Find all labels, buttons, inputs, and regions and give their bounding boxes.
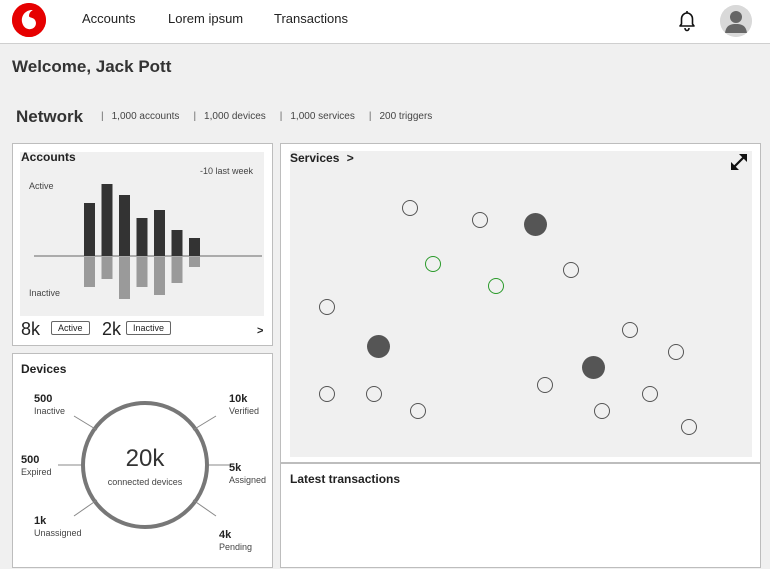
- top-navigation-bar: Accounts Lorem ipsum Transactions: [0, 0, 770, 44]
- inactive-bar: [136, 257, 148, 287]
- vodafone-logo-icon[interactable]: [12, 3, 46, 37]
- stat-value: 500: [34, 393, 53, 405]
- inactive-bar: [119, 257, 130, 299]
- active-count: 8k: [21, 319, 41, 339]
- service-node[interactable]: [537, 377, 553, 393]
- transactions-title: Latest transactions: [290, 472, 401, 486]
- service-node-active[interactable]: [582, 356, 605, 379]
- stat-label: Verified: [229, 406, 260, 416]
- nav-item-transactions[interactable]: Transactions: [274, 11, 348, 26]
- service-node[interactable]: [402, 200, 418, 216]
- connector-inactive: [73, 415, 98, 431]
- devices-panel: Devices 20k connected devices 500 Inacti…: [12, 353, 273, 568]
- inactive-bar: [154, 257, 165, 295]
- devices-total: 20k: [125, 445, 165, 472]
- inactive-badge[interactable]: Inactive: [126, 321, 172, 335]
- welcome-heading: Welcome, Jack Pott: [12, 57, 172, 76]
- service-node[interactable]: [472, 212, 488, 228]
- inactive-bar: [189, 257, 200, 267]
- inactive-count: 2k: [102, 319, 122, 339]
- stat-label: Assigned: [229, 475, 267, 485]
- service-node[interactable]: [319, 386, 335, 402]
- service-node[interactable]: [319, 299, 335, 315]
- service-node-connected[interactable]: [425, 256, 441, 272]
- stat-value: 500: [21, 454, 40, 466]
- network-title: Network: [16, 107, 84, 126]
- service-node[interactable]: [668, 344, 684, 360]
- expand-icon[interactable]: [728, 151, 750, 173]
- active-bar: [171, 230, 183, 256]
- stat-value: 10k: [229, 393, 248, 405]
- stat-label: Pending: [219, 542, 253, 552]
- devices-total-label: connected devices: [107, 477, 183, 487]
- service-node-active[interactable]: [524, 213, 547, 236]
- stat-label: Inactive: [34, 406, 66, 416]
- devices-stat-expired: 500 Expired: [21, 454, 52, 478]
- stat-services: 1,000 services: [280, 111, 354, 122]
- stat-label: Expired: [21, 467, 52, 477]
- stat-value: 1k: [34, 515, 47, 527]
- stat-value: 4k: [219, 529, 232, 541]
- connector-pending: [192, 499, 217, 517]
- connector-unassigned: [73, 499, 98, 517]
- service-node-connected[interactable]: [488, 278, 504, 294]
- devices-stat-inactive: 500 Inactive: [34, 393, 65, 417]
- stat-value: 5k: [229, 462, 242, 474]
- services-title-link[interactable]: Services >: [290, 151, 354, 165]
- user-avatar-icon[interactable]: [720, 5, 752, 37]
- devices-stat-verified: 10k Verified: [229, 393, 259, 417]
- network-stats: 1,000 accounts 1,000 devices 1,000 servi…: [101, 111, 446, 122]
- service-node[interactable]: [410, 403, 426, 419]
- devices-stat-pending: 4k Pending: [219, 529, 252, 553]
- services-title: Services: [290, 151, 340, 165]
- service-node[interactable]: [681, 419, 697, 435]
- devices-stat-unassigned: 1k Unassigned: [34, 515, 82, 539]
- active-bar: [84, 203, 95, 256]
- notification-bell-icon[interactable]: [674, 8, 700, 34]
- active-bar: [154, 210, 165, 256]
- transactions-panel: Latest transactions: [280, 463, 761, 568]
- stat-label: Unassigned: [34, 528, 82, 538]
- devices-stat-assigned: 5k Assigned: [229, 462, 266, 486]
- services-panel: Services >: [280, 143, 761, 463]
- stat-devices: 1,000 devices: [193, 111, 266, 122]
- chevron-right-icon: >: [346, 151, 354, 165]
- services-graph-area: Services >: [290, 151, 752, 457]
- active-bar: [119, 195, 130, 256]
- inactive-bar: [101, 257, 113, 279]
- service-node[interactable]: [594, 403, 610, 419]
- active-bar: [136, 218, 148, 256]
- service-node[interactable]: [642, 386, 658, 402]
- service-node-active[interactable]: [367, 335, 390, 358]
- inactive-bar: [171, 257, 183, 283]
- nav-item-lorem-ipsum[interactable]: Lorem ipsum: [168, 11, 243, 26]
- inactive-bar: [84, 257, 95, 287]
- active-bar: [101, 184, 113, 256]
- stat-accounts: 1,000 accounts: [101, 111, 180, 122]
- accounts-panel: Accounts -10 last week Active Inactive 8…: [12, 143, 273, 346]
- stat-triggers: 200 triggers: [369, 111, 432, 122]
- accounts-bar-chart: [34, 184, 262, 299]
- service-node[interactable]: [563, 262, 579, 278]
- active-bar: [189, 238, 200, 256]
- connector-verified: [192, 415, 217, 431]
- active-badge[interactable]: Active: [51, 321, 90, 335]
- nav-item-accounts[interactable]: Accounts: [82, 11, 135, 26]
- service-node[interactable]: [366, 386, 382, 402]
- service-node[interactable]: [622, 322, 638, 338]
- accounts-more-chevron[interactable]: >: [257, 325, 263, 337]
- accounts-chart-area: Accounts -10 last week Active Inactive: [20, 150, 264, 316]
